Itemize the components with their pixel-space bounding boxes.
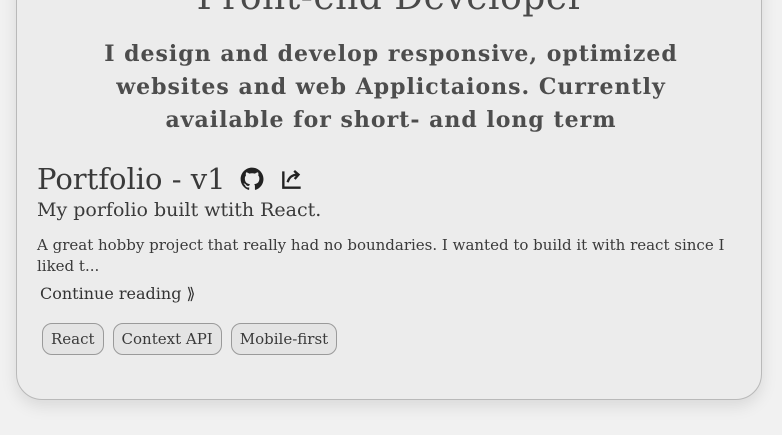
project-title: Portfolio - v1 bbox=[37, 162, 226, 196]
project-subtitle: My porfolio built wtith React. bbox=[37, 199, 322, 221]
project-description: A great hobby project that really had no… bbox=[37, 236, 725, 275]
tag-react: React bbox=[42, 323, 104, 355]
tag-context-api: Context API bbox=[112, 323, 222, 355]
project-header: Portfolio - v1 bbox=[37, 160, 306, 198]
tag-mobile-first: Mobile-first bbox=[230, 323, 338, 355]
hero-subtitle: I design and develop responsive, optimiz… bbox=[104, 41, 678, 133]
external-link-icon[interactable] bbox=[278, 165, 306, 193]
github-icon[interactable] bbox=[238, 165, 266, 193]
tag-list: React Context API Mobile-first bbox=[42, 323, 338, 355]
hero-title: Front-end Developer bbox=[0, 0, 782, 18]
continue-reading-link[interactable]: Continue reading ⟫ bbox=[40, 284, 195, 303]
